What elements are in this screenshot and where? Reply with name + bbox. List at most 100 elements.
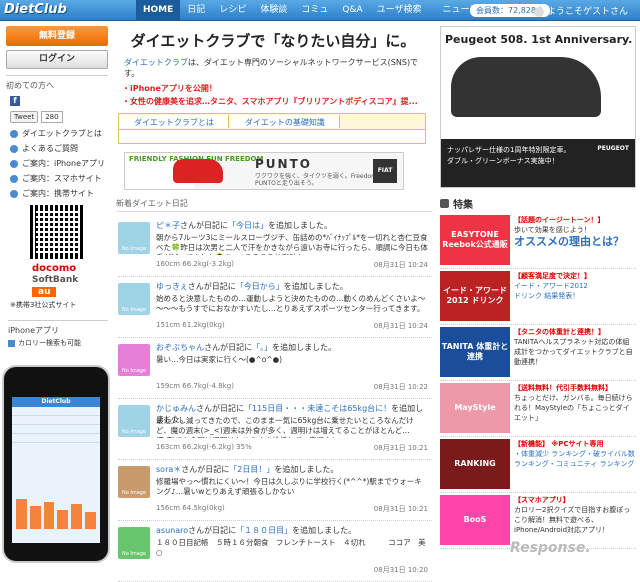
calorie-label: カロリー検索も可能 bbox=[18, 339, 81, 347]
facebook-icon[interactable]: f bbox=[10, 96, 20, 106]
entry-meta: 163cm 66.2kg(-6.2kg) 35% bbox=[156, 443, 252, 451]
intro-link[interactable]: ダイエットクラブ bbox=[124, 58, 188, 67]
diary-entry: ゆっきぇさんが日記に「今日から」を追加しました。 始めると決意したものの…運動し… bbox=[118, 277, 432, 338]
top-nav-bar: DietClub HOME 日記 レシピ 体験談 コミュ Q&A ユーザ検索 ニ… bbox=[0, 0, 640, 21]
fiat-punto-ad[interactable]: FRIENDLY FASHION FUN FREEDOM PUNTO ワクワクを… bbox=[124, 152, 404, 190]
guest-greeting[interactable]: ようこそゲストさん bbox=[534, 4, 628, 17]
avatar[interactable] bbox=[118, 466, 150, 498]
register-button[interactable]: 無料登録 bbox=[6, 26, 108, 46]
entry-end: を追加しました。 bbox=[292, 526, 357, 535]
guest-label: ようこそゲストさん bbox=[547, 7, 629, 17]
feature-logo: RANKING bbox=[440, 439, 510, 489]
entry-title-link[interactable]: 「１８０日目」 bbox=[236, 526, 292, 535]
entry-date: 08月31日 10:20 bbox=[373, 566, 428, 574]
feature-item[interactable]: MayStyle 【送料無料！代引手数料無料】 ちょっとだけ、ガンバる。毎日続けら… bbox=[440, 383, 636, 437]
smartphone-icon bbox=[10, 174, 18, 183]
link-iphone[interactable]: ご案内：iPhoneアプリ bbox=[10, 158, 108, 169]
entry-meta: 159cm 66.7kg(-4.8kg) bbox=[156, 382, 234, 390]
question-icon bbox=[10, 144, 18, 153]
feature-text: 【タニタの体重計と連携！】 TANITAヘルスプラネット対応の体組成計をつかってダ… bbox=[510, 327, 636, 380]
entry-title: asunaroさんが日記に「１８０日目」を追加しました。 bbox=[156, 525, 426, 536]
entry-title-link[interactable]: 「115日目・・・未達こそは65kg台に！ bbox=[244, 404, 391, 413]
main-column: ダイエットクラブで「なりたい自分」に。 ダイエットクラブは、ダイエット専門のソー… bbox=[114, 26, 432, 582]
avatar[interactable] bbox=[118, 283, 150, 315]
nav-community[interactable]: コミュ bbox=[294, 0, 335, 21]
peugeot-logo: PEUGEOT bbox=[597, 145, 629, 152]
nav-experience[interactable]: 体験談 bbox=[253, 0, 294, 21]
news-link-iphone[interactable]: ・iPhoneアプリを公開！ bbox=[122, 83, 432, 94]
intro-text: ダイエットクラブは、ダイエット専門のソーシャルネットワークサービス(SNS)です… bbox=[124, 57, 432, 79]
feed-heading: 新着ダイエット日記 bbox=[116, 198, 432, 212]
entry-title-link[interactable]: 「。」 bbox=[252, 343, 272, 352]
peugeot-car-image bbox=[451, 57, 601, 117]
entry-meta: 151cm 61.2kg(0kg) bbox=[156, 321, 225, 329]
nav-diary[interactable]: 日記 bbox=[180, 0, 212, 21]
link-smartphone-label: ご案内：スマホサイト bbox=[22, 174, 102, 183]
entry-user[interactable]: おぞぶちゃん bbox=[156, 343, 204, 352]
entry-date: 08月31日 10:21 bbox=[373, 505, 428, 513]
link-about-label: ダイエットクラブとは bbox=[22, 129, 102, 138]
app-row bbox=[12, 434, 100, 443]
feature-item[interactable]: イード・アワード2012 ドリンク 【顧客満足度で決定！】 イード・アワード201… bbox=[440, 271, 636, 325]
ad-car-image bbox=[173, 159, 223, 183]
nav-user-search[interactable]: ユーザ検索 bbox=[370, 0, 429, 21]
avatar[interactable] bbox=[118, 344, 150, 376]
app-chart bbox=[16, 491, 96, 529]
avatar[interactable] bbox=[118, 405, 150, 437]
page-headline: ダイエットクラブで「なりたい自分」に。 bbox=[130, 32, 416, 50]
entry-end: を追加しました。 bbox=[272, 343, 337, 352]
feature-line: ちょっとだけ、ガンバる。毎日続けられる！MayStyleの「ちょこっとダイエット… bbox=[514, 394, 633, 422]
link-about[interactable]: ダイエットクラブとは bbox=[10, 128, 108, 139]
site-logo[interactable]: DietClub bbox=[4, 2, 67, 17]
entry-title-link[interactable]: 「今日から」 bbox=[236, 282, 284, 291]
feature-icon bbox=[440, 199, 449, 208]
entry-user[interactable]: ゆっきぇ bbox=[156, 282, 188, 291]
link-mobile-label: ご案内：携帯サイト bbox=[22, 189, 94, 198]
info-tabs: ダイエットクラブとは ダイエットの基礎知識 bbox=[118, 113, 426, 130]
softbank-logo[interactable]: SoftBank bbox=[32, 275, 108, 285]
iphone-image[interactable]: DietClub bbox=[2, 365, 110, 563]
feature-logo: MayStyle bbox=[440, 383, 510, 433]
docomo-logo[interactable]: docomo bbox=[32, 263, 108, 274]
link-faq[interactable]: よくあるご質問 bbox=[10, 143, 108, 154]
feature-item[interactable]: EASYTONE Reebok公式通販 【話題のイージートーン！】 歩いて効果を感… bbox=[440, 215, 636, 269]
login-button[interactable]: ログイン bbox=[6, 50, 108, 69]
info-icon bbox=[10, 129, 18, 138]
nav-recipe[interactable]: レシピ bbox=[212, 0, 253, 21]
nav-home[interactable]: HOME bbox=[136, 0, 181, 21]
tweet-count: 280 bbox=[41, 111, 63, 123]
peugeot-ad[interactable]: Peugeot 508. 1st Anniversary. ナッパレザー仕様の1… bbox=[440, 26, 636, 188]
entry-user[interactable]: かじゅみん bbox=[156, 404, 196, 413]
feature-item[interactable]: RANKING 【新機能】 ※PCサイト専用 ・体重減少 ランキング・破ライバル数… bbox=[440, 439, 636, 493]
entry-user[interactable]: sora＊ bbox=[156, 465, 181, 474]
link-smartphone[interactable]: ご案内：スマホサイト bbox=[10, 173, 108, 184]
peugeot-copy-1: ナッパレザー仕様の1周年特別限定車。 bbox=[447, 146, 571, 154]
tweet-row: Tweet 280 bbox=[10, 111, 108, 123]
entry-user[interactable]: ピ＊子 bbox=[156, 221, 180, 230]
app-screen-title: DietClub bbox=[12, 397, 100, 407]
avatar[interactable] bbox=[118, 527, 150, 559]
mobile-icon bbox=[10, 189, 18, 198]
link-faq-label: よくあるご質問 bbox=[22, 144, 78, 153]
avatar[interactable] bbox=[118, 222, 150, 254]
news-link-tanita[interactable]: ・女性の健康美を追求…タニタ、スマホアプリ『ブリリアントボディスコア』提... bbox=[122, 96, 432, 107]
feature-title: 【新機能】 ※PCサイト専用 bbox=[514, 440, 604, 448]
entry-date: 08月31日 10:22 bbox=[373, 383, 428, 391]
link-mobile[interactable]: ご案内：携帯サイト bbox=[10, 188, 108, 199]
user-icon bbox=[534, 6, 544, 17]
feature-item[interactable]: TANITA 体重計と連携 【タニタの体重計と連携！】 TANITAヘルスプラネッ… bbox=[440, 327, 636, 381]
mobile-note: ※携帯3社公式サイト bbox=[10, 301, 77, 309]
tweet-button[interactable]: Tweet bbox=[10, 111, 39, 123]
entry-title-link[interactable]: 「今日は」 bbox=[228, 221, 268, 230]
tab-basics[interactable]: ダイエットの基礎知識 bbox=[230, 115, 340, 128]
au-logo[interactable]: au bbox=[32, 287, 57, 297]
entry-user[interactable]: asunaro bbox=[156, 526, 188, 535]
entry-body: 暑い…今日は実家に行く～(●^o^●) bbox=[156, 355, 283, 364]
entry-title-link[interactable]: 「2日目！」 bbox=[229, 465, 274, 474]
feature-big: ドリンク 結果発表！ bbox=[514, 292, 580, 300]
entry-mid: さんが日記に bbox=[187, 282, 236, 291]
feature-big: オススメの理由とは？ bbox=[514, 235, 624, 248]
phone-icon bbox=[10, 159, 18, 168]
nav-qa[interactable]: Q&A bbox=[335, 0, 369, 21]
tab-about[interactable]: ダイエットクラブとは bbox=[120, 115, 229, 128]
